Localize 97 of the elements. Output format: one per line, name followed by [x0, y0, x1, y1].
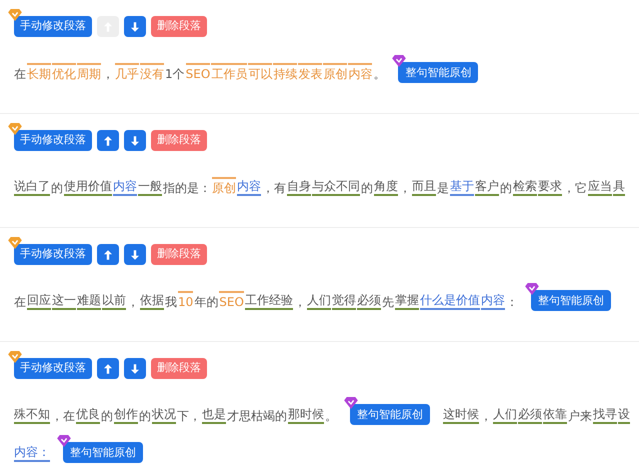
gem-icon	[344, 397, 358, 409]
paragraph-text: 的	[361, 180, 373, 196]
marked-word[interactable]: 这时候	[443, 406, 479, 424]
marked-word[interactable]: 依靠	[543, 406, 567, 424]
paragraph-text: 年的	[194, 294, 218, 310]
paragraph-text: 在	[14, 294, 26, 310]
paragraph-text: ，	[399, 180, 411, 196]
marked-word[interactable]: 觉得	[332, 292, 356, 310]
marked-word[interactable]: 优良	[76, 406, 100, 424]
manual-edit-button[interactable]: 手动修改段落	[14, 16, 92, 37]
move-up-button[interactable]	[97, 130, 119, 151]
up-arrow-icon	[104, 250, 112, 260]
marked-word[interactable]: 这一	[52, 292, 76, 310]
marked-word[interactable]: 要求	[538, 178, 562, 196]
gem-icon	[8, 9, 22, 21]
marked-word[interactable]: 内容	[113, 178, 137, 196]
move-down-button[interactable]	[124, 358, 146, 379]
marked-word[interactable]: 必须	[518, 406, 542, 424]
up-arrow-icon	[104, 136, 112, 146]
paragraph-text: 。	[325, 408, 337, 424]
smart-rewrite-button[interactable]: 整句智能原创	[350, 404, 430, 425]
gem-icon	[8, 237, 22, 249]
paragraph-text: 的	[51, 180, 63, 196]
marked-word[interactable]: 具	[613, 178, 625, 196]
down-arrow-icon	[131, 250, 139, 260]
paragraph-text: ，	[294, 294, 306, 310]
paragraph-text: 是	[437, 180, 449, 196]
paragraph-text: 才思枯竭的	[227, 408, 287, 424]
paragraph-text: 的	[139, 408, 151, 424]
move-up-button[interactable]	[97, 244, 119, 265]
gem-icon	[57, 435, 71, 447]
paragraph-text: 户来	[568, 408, 592, 424]
marked-word[interactable]: 内容：	[14, 444, 50, 462]
marked-word[interactable]: 设	[618, 406, 630, 424]
marked-word[interactable]: 找寻	[593, 406, 617, 424]
up-arrow-icon	[104, 364, 112, 374]
manual-edit-button[interactable]: 手动修改段落	[14, 358, 92, 379]
down-arrow-icon	[131, 136, 139, 146]
gem-icon	[524, 283, 539, 295]
marked-word[interactable]: 检索	[513, 178, 537, 196]
paragraph-text: 指的是：	[163, 180, 211, 196]
move-up-button[interactable]	[97, 358, 119, 379]
smart-rewrite-button[interactable]: 整句智能原创	[530, 290, 611, 311]
down-arrow-icon	[131, 364, 139, 374]
marked-word[interactable]: 创作	[114, 406, 138, 424]
move-down-button[interactable]	[124, 130, 146, 151]
marked-word[interactable]: 状况	[152, 406, 176, 424]
move-down-button[interactable]	[124, 244, 146, 265]
marked-word[interactable]: 也是	[202, 406, 226, 424]
smart-rewrite-button[interactable]: 整句智能原创	[63, 442, 143, 463]
paragraph-text: ，	[127, 294, 139, 310]
marked-word[interactable]: 一般	[138, 178, 162, 196]
paragraph-text: ，	[480, 408, 492, 424]
manual-edit-button[interactable]: 手动修改段落	[14, 130, 92, 151]
paragraph-text: 的	[500, 180, 512, 196]
manual-edit-button[interactable]: 手动修改段落	[14, 244, 92, 265]
marked-word[interactable]: 自身	[287, 178, 311, 196]
paragraph-text: 下，	[177, 408, 201, 424]
paragraph-text: 。	[373, 66, 386, 82]
smart-rewrite-button[interactable]: 整句智能原创	[398, 62, 478, 83]
marked-word[interactable]: 人们	[306, 292, 331, 310]
marked-word[interactable]: 而且	[412, 178, 436, 196]
paragraph-text: 的	[101, 408, 113, 424]
marked-word[interactable]: 殊不知	[14, 406, 50, 424]
marked-word[interactable]: 以前	[102, 292, 126, 310]
move-down-button[interactable]	[124, 16, 146, 37]
marked-word[interactable]: 应当	[588, 178, 612, 196]
paragraph-text: ，	[102, 66, 114, 82]
paragraph-text: ：	[506, 294, 518, 310]
marked-word[interactable]: 客户	[475, 178, 499, 196]
marked-word[interactable]: 必须	[356, 292, 381, 310]
paragraph-text: 1个	[165, 66, 185, 82]
paragraph-text: ，有	[262, 180, 286, 196]
marked-word[interactable]: 难题	[77, 292, 101, 310]
marked-word[interactable]: 依据	[140, 292, 164, 310]
marked-word[interactable]: 与众不同	[312, 178, 360, 196]
paragraph-text: ，在	[51, 408, 75, 424]
marked-word[interactable]: 什么是价值	[420, 292, 480, 310]
paragraph-text: 先	[382, 294, 394, 310]
marked-word[interactable]: 人们	[493, 406, 517, 424]
marked-word[interactable]: 基于	[450, 178, 474, 196]
down-arrow-icon	[131, 22, 139, 32]
marked-word[interactable]: 工作经验	[244, 292, 293, 310]
gem-icon	[8, 351, 22, 363]
paragraph-text: ，它	[563, 180, 587, 196]
paragraph-text: 在	[14, 66, 26, 82]
marked-word[interactable]: 角度	[374, 178, 398, 196]
marked-word[interactable]: 内容	[237, 178, 261, 196]
gem-icon	[8, 123, 22, 135]
marked-word[interactable]: 说白了	[14, 178, 50, 196]
marked-word[interactable]: 使用价值	[64, 178, 112, 196]
paragraph-text: 我	[165, 294, 177, 310]
marked-word[interactable]: 掌握	[394, 292, 419, 310]
marked-word[interactable]: 回应	[27, 292, 51, 310]
gem-icon	[392, 55, 406, 67]
marked-word[interactable]: 内容	[480, 292, 505, 310]
marked-word[interactable]: 那时候	[288, 406, 324, 424]
